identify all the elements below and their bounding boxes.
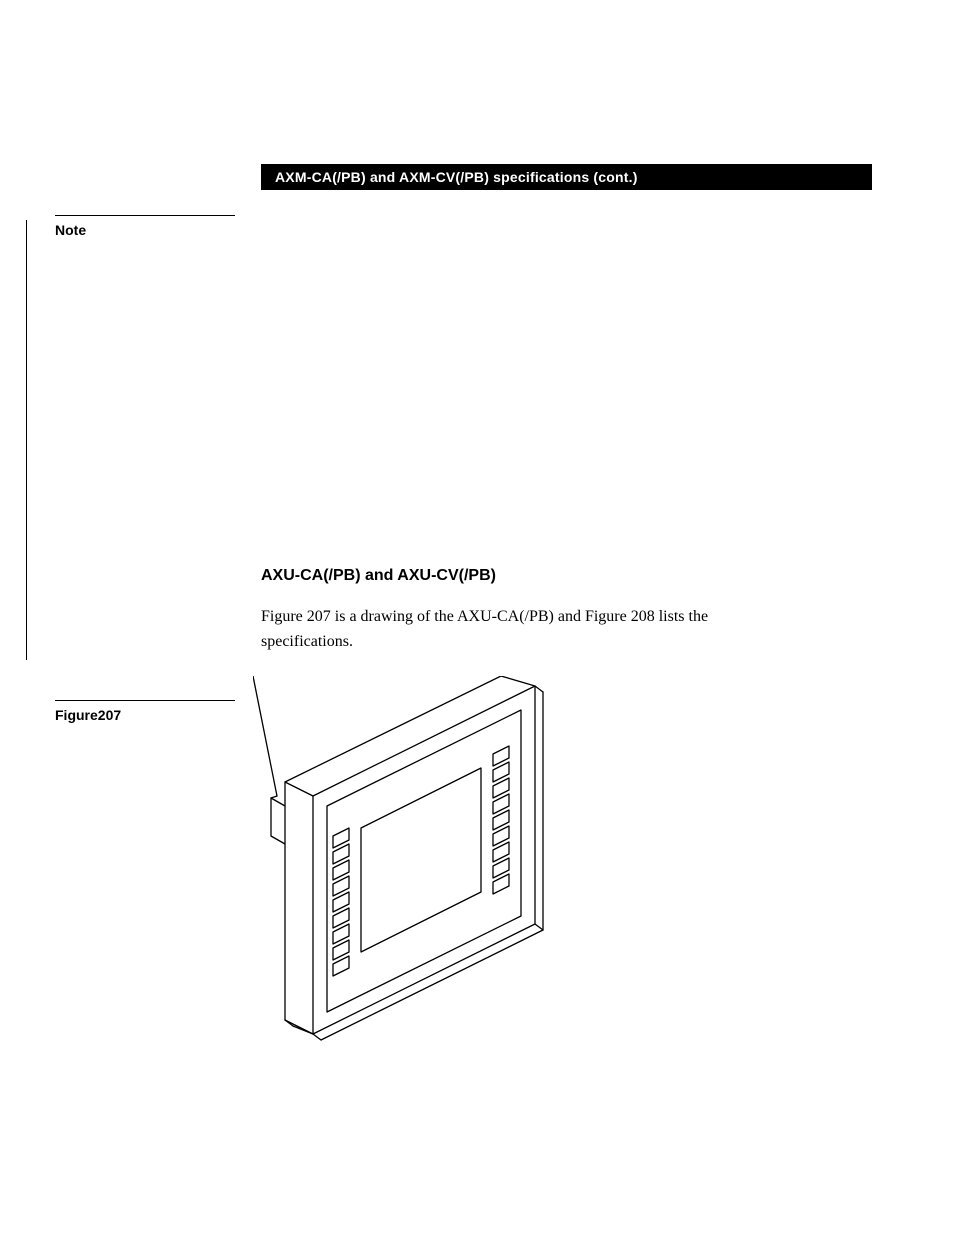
page-header-title: AXM-CA(/PB) and AXM-CV(/PB) specificatio… [275, 169, 638, 185]
note-horizontal-rule [55, 215, 235, 216]
page: AXM-CA(/PB) and AXM-CV(/PB) specificatio… [0, 0, 954, 1235]
section-heading: AXU-CA(/PB) and AXU-CV(/PB) [261, 567, 496, 585]
section-body-text: Figure 207 is a drawing of the AXU-CA(/P… [261, 605, 781, 655]
note-label: Note [55, 222, 86, 238]
page-header-bar: AXM-CA(/PB) and AXM-CV(/PB) specificatio… [261, 164, 872, 190]
device-illustration [253, 676, 563, 1056]
figure-label: Figure207 [55, 707, 121, 723]
figure-horizontal-rule [55, 700, 235, 701]
sidebar-vertical-rule [26, 220, 27, 660]
